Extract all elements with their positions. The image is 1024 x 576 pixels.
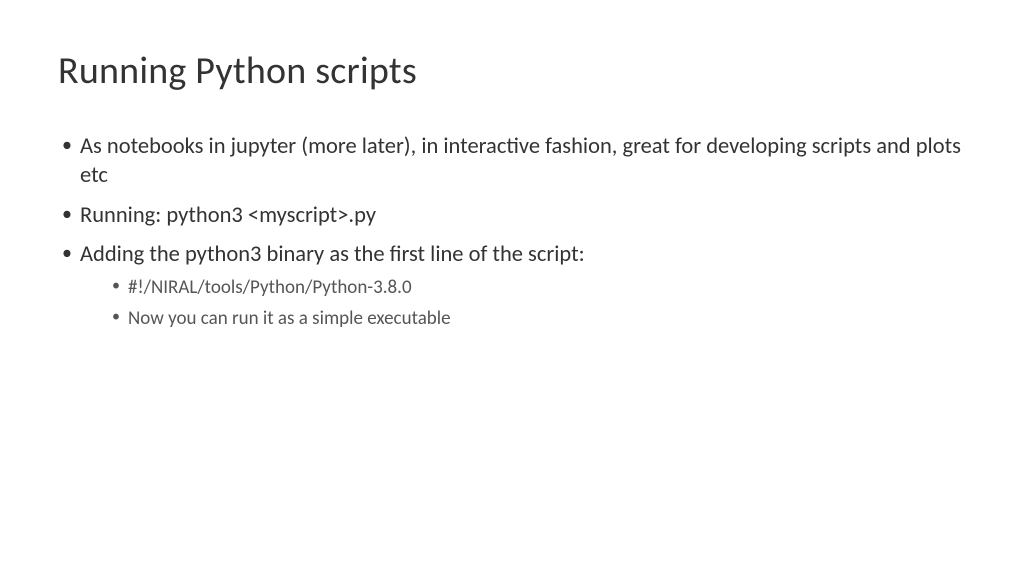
- bullet-list: As notebooks in jupyter (more later), in…: [58, 132, 966, 332]
- slide-title: Running Python scripts: [58, 48, 966, 94]
- bullet-text: As notebooks in jupyter (more later), in…: [80, 133, 961, 189]
- sub-bullet-list: #!/NIRAL/tools/Python/Python-3.8.0 Now y…: [80, 275, 966, 332]
- list-item: Adding the python3 binary as the first l…: [58, 240, 966, 332]
- list-item: #!/NIRAL/tools/Python/Python-3.8.0: [108, 275, 966, 302]
- list-item: Running: python3 <myscript>.py: [58, 201, 966, 230]
- sub-bullet-text: Now you can run it as a simple executabl…: [128, 307, 451, 330]
- bullet-text: Running: python3 <myscript>.py: [80, 202, 376, 229]
- list-item: As notebooks in jupyter (more later), in…: [58, 132, 966, 191]
- bullet-text: Adding the python3 binary as the first l…: [80, 241, 585, 268]
- sub-bullet-text: #!/NIRAL/tools/Python/Python-3.8.0: [128, 276, 412, 299]
- list-item: Now you can run it as a simple executabl…: [108, 306, 966, 333]
